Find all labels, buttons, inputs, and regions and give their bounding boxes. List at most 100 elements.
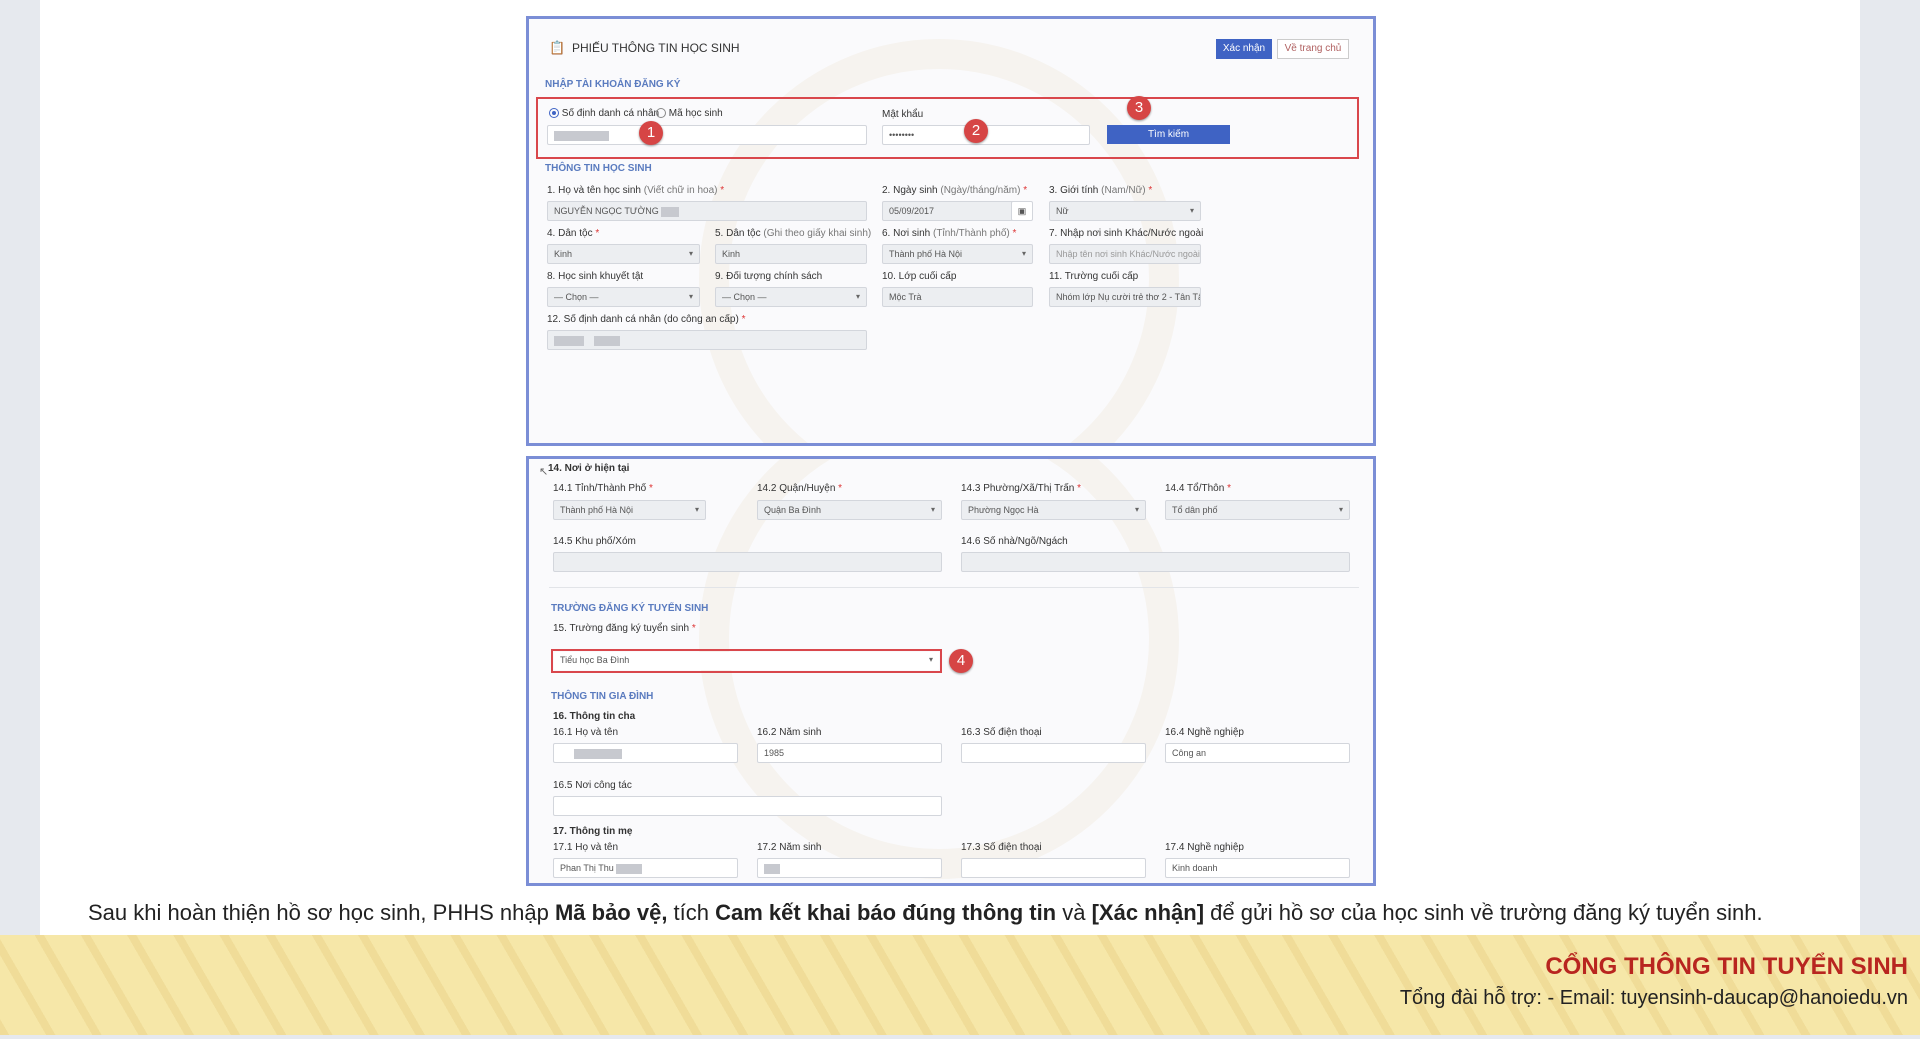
label-father-info: 16. Thông tin cha xyxy=(553,711,636,722)
radio-personal-id[interactable]: Số định danh cá nhân xyxy=(549,108,659,119)
chevron-down-icon: ▾ xyxy=(694,505,699,514)
label-disability: 8. Học sinh khuyết tật xyxy=(547,271,644,282)
footer-banner: CỔNG THÔNG TIN TUYỂN SINH Tổng đài hỗ tr… xyxy=(0,935,1920,1035)
form-title: PHIẾU THÔNG TIN HỌC SINH xyxy=(572,41,740,55)
label-hamlet: 14.4 Tổ/Thôn * xyxy=(1165,483,1231,494)
mother-phone-input[interactable] xyxy=(961,858,1146,878)
policy-select[interactable]: — Chọn — ▾ xyxy=(715,287,867,307)
step-badge-4: 4 xyxy=(949,649,973,673)
password-label: Mật khẩu xyxy=(882,109,924,120)
label-registered-school: 15. Trường đăng ký tuyển sinh * xyxy=(553,623,696,634)
last-school-input[interactable]: Nhóm lớp Nụ cười trẻ thơ 2 - Tân Tây Đ xyxy=(1049,287,1201,307)
label-mother-birth-year: 17.2 Năm sinh xyxy=(757,842,822,853)
personal-id-input[interactable] xyxy=(547,125,867,145)
father-phone-input[interactable] xyxy=(961,743,1146,763)
neighborhood-input[interactable] xyxy=(553,552,942,572)
school-section-title: TRƯỜNG ĐĂNG KÝ TUYỂN SINH xyxy=(551,603,709,614)
label-birthplace-other: 7. Nhập nơi sinh Khác/Nước ngoài xyxy=(1049,228,1204,239)
redacted-value xyxy=(554,130,609,141)
redacted-value xyxy=(574,748,622,759)
disability-select[interactable]: — Chọn — ▾ xyxy=(547,287,700,307)
label-district: 14.2 Quận/Huyện * xyxy=(757,483,843,494)
redacted-value xyxy=(594,335,621,346)
label-mother-job: 17.4 Nghề nghiệp xyxy=(1165,842,1244,853)
father-birth-year-input[interactable]: 1985 xyxy=(757,743,942,763)
chevron-down-icon: ▾ xyxy=(1189,206,1194,215)
label-province: 14.1 Tỉnh/Thành Phố * xyxy=(553,483,653,494)
label-mother-phone: 17.3 Số điện thoại xyxy=(961,842,1042,853)
mother-name-input[interactable]: Phan Thị Thu xyxy=(553,858,738,878)
district-select[interactable]: Quận Ba Đình ▾ xyxy=(757,500,942,520)
father-name-input[interactable] xyxy=(553,743,738,763)
ethnicity-select[interactable]: Kinh ▾ xyxy=(547,244,700,264)
birthplace-select[interactable]: Thành phố Hà Nội ▾ xyxy=(882,244,1033,264)
form-screenshot-top: 📋 PHIẾU THÔNG TIN HỌC SINH Xác nhận Về t… xyxy=(526,16,1376,446)
confirm-button[interactable]: Xác nhận xyxy=(1216,39,1272,59)
registered-school-select[interactable]: Tiểu học Ba Đình ▾ xyxy=(554,652,939,670)
label-personal-id-police: 12. Số định danh cá nhân (do công an cấp… xyxy=(547,314,746,325)
form-screenshot-bottom: ↖ 14. Nơi ở hiện tại 14.1 Tỉnh/Thành Phố… xyxy=(526,456,1376,886)
ward-select[interactable]: Phường Ngọc Hà ▾ xyxy=(961,500,1146,520)
chevron-down-icon: ▾ xyxy=(1021,249,1026,258)
birthplace-other-input[interactable]: Nhập tên nơi sinh Khác/Nước ngoài xyxy=(1049,244,1201,264)
radio-empty-icon xyxy=(656,108,666,119)
label-policy: 9. Đối tượng chính sách xyxy=(715,271,823,282)
footer-title: CỔNG THÔNG TIN TUYỂN SINH xyxy=(1545,953,1908,980)
gender-select[interactable]: Nữ ▾ xyxy=(1049,201,1201,221)
birth-date-input[interactable]: 05/09/2017 xyxy=(882,201,1032,221)
family-section-title: THÔNG TIN GIA ĐÌNH xyxy=(551,691,654,702)
label-house-number: 14.6 Số nhà/Ngõ/Ngách xyxy=(961,536,1068,547)
step-badge-1: 1 xyxy=(639,121,663,145)
redacted-value xyxy=(661,206,680,217)
chevron-down-icon: ▾ xyxy=(855,292,860,301)
redacted-value xyxy=(616,863,643,874)
label-full-name: 1. Họ và tên học sinh (Viết chữ in hoa) … xyxy=(547,185,725,196)
chevron-down-icon: ▾ xyxy=(1134,505,1139,514)
father-workplace-input[interactable] xyxy=(553,796,942,816)
chevron-down-icon: ▾ xyxy=(688,249,693,258)
home-button[interactable]: Về trang chủ xyxy=(1277,39,1349,59)
hamlet-select[interactable]: Tổ dân phố ▾ xyxy=(1165,500,1350,520)
label-birth-date: 2. Ngày sinh (Ngày/tháng/năm) * xyxy=(882,185,1028,196)
chevron-down-icon: ▾ xyxy=(928,655,933,664)
label-ethnicity: 4. Dân tộc * xyxy=(547,228,600,239)
label-father-job: 16.4 Nghề nghiệp xyxy=(1165,727,1244,738)
label-birthplace: 6. Nơi sinh (Tỉnh/Thành phố) * xyxy=(882,228,1017,239)
label-neighborhood: 14.5 Khu phố/Xóm xyxy=(553,536,636,547)
label-father-birth-year: 16.2 Năm sinh xyxy=(757,727,822,738)
label-current-residence: 14. Nơi ở hiện tại xyxy=(548,463,630,474)
step-badge-3: 3 xyxy=(1127,96,1151,120)
mouse-cursor-icon: ↖ xyxy=(539,466,549,478)
search-button[interactable]: Tìm kiếm xyxy=(1107,125,1230,144)
ethnicity-cert-input[interactable]: Kinh xyxy=(715,244,867,264)
radio-student-code[interactable]: Mã học sinh xyxy=(656,108,723,119)
label-gender: 3. Giới tính (Nam/Nữ) * xyxy=(1049,185,1153,196)
house-number-input[interactable] xyxy=(961,552,1350,572)
calendar-icon[interactable]: ▣ xyxy=(1011,201,1033,221)
last-class-input[interactable]: Mộc Trà xyxy=(882,287,1033,307)
label-mother-info: 17. Thông tin mẹ xyxy=(553,826,633,837)
personal-id-police-input[interactable] xyxy=(547,330,867,350)
label-father-workplace: 16.5 Nơi công tác xyxy=(553,780,632,791)
form-icon: 📋 xyxy=(549,40,566,55)
student-section-title: THÔNG TIN HỌC SINH xyxy=(545,163,652,174)
province-select[interactable]: Thành phố Hà Nội ▾ xyxy=(553,500,706,520)
instruction-caption: Sau khi hoàn thiện hồ sơ học sinh, PHHS … xyxy=(88,900,1763,925)
account-section-title: NHẬP TÀI KHOẢN ĐĂNG KÝ xyxy=(545,79,681,90)
label-ethnicity-cert: 5. Dân tộc (Ghi theo giấy khai sinh) xyxy=(715,228,872,239)
redacted-value xyxy=(764,863,780,874)
step-badge-2: 2 xyxy=(964,119,988,143)
chevron-down-icon: ▾ xyxy=(688,292,693,301)
chevron-down-icon: ▾ xyxy=(1338,505,1343,514)
label-mother-name: 17.1 Họ và tên xyxy=(553,842,619,853)
label-last-class: 10. Lớp cuối cấp xyxy=(882,271,957,282)
father-job-input[interactable]: Công an xyxy=(1165,743,1350,763)
redacted-value xyxy=(554,335,584,346)
footer-support-email: Tổng đài hỗ trợ: - Email: tuyensinh-dauc… xyxy=(1399,987,1908,1009)
radio-selected-icon xyxy=(549,108,559,119)
footer-decoration xyxy=(0,935,1920,1035)
label-father-name: 16.1 Họ và tên xyxy=(553,727,619,738)
mother-birth-year-input[interactable] xyxy=(757,858,942,878)
full-name-input[interactable]: NGUYỄN NGỌC TƯỜNG xyxy=(547,201,867,221)
mother-job-input[interactable]: Kinh doanh xyxy=(1165,858,1350,878)
